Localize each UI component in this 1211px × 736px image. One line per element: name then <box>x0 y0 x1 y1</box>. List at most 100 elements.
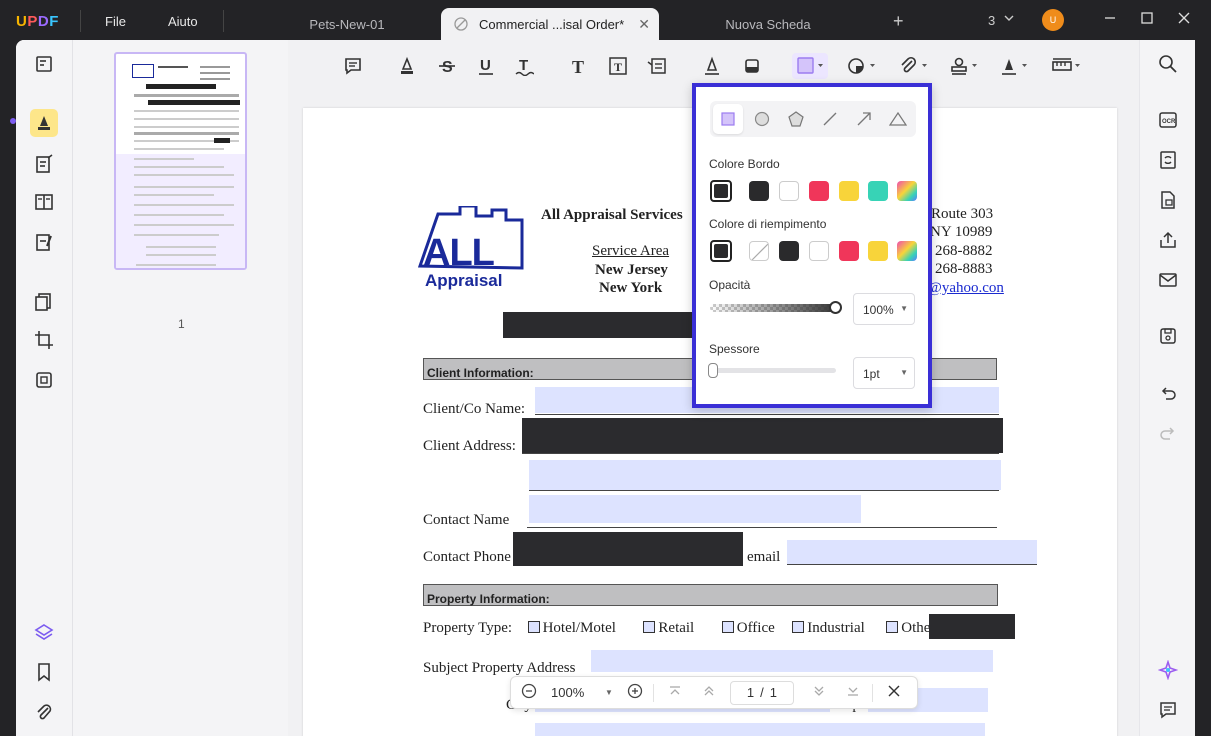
fill-color-black-selected[interactable] <box>710 240 732 262</box>
tab-commercial-order[interactable]: Commercial ...isal Order* ✕ <box>441 8 659 40</box>
border-color-teal[interactable] <box>868 181 888 201</box>
stamp-icon[interactable] <box>948 53 982 79</box>
fill-color-red[interactable] <box>839 241 859 261</box>
fill-color-dark[interactable] <box>779 241 799 261</box>
save-icon[interactable] <box>1156 324 1180 348</box>
opacity-slider[interactable] <box>710 301 842 314</box>
text-box-icon[interactable]: T <box>605 53 631 79</box>
attachment-icon[interactable] <box>30 698 58 726</box>
eraser-icon[interactable] <box>739 53 765 79</box>
edit-pdf-icon[interactable] <box>30 150 58 178</box>
bookmark-icon[interactable] <box>30 658 58 686</box>
measure-icon[interactable] <box>1051 53 1085 79</box>
triangle-shape-icon[interactable] <box>883 104 913 134</box>
thickness-slider[interactable] <box>708 363 836 378</box>
line-shape-icon[interactable] <box>815 104 845 134</box>
layers-icon[interactable] <box>30 618 58 646</box>
border-color-yellow[interactable] <box>839 181 859 201</box>
menu-help[interactable]: Aiuto <box>168 14 198 29</box>
zoom-dropdown-icon[interactable]: ▼ <box>605 688 613 697</box>
other-checkbox[interactable] <box>886 621 899 633</box>
last-page-icon[interactable] <box>846 684 860 701</box>
tab-count[interactable]: 3 <box>988 13 995 28</box>
circle-shape-icon[interactable] <box>747 104 777 134</box>
email-field[interactable] <box>787 540 1037 564</box>
tab-new[interactable]: Nuova Scheda <box>668 8 868 40</box>
arrow-shape-icon[interactable] <box>849 104 879 134</box>
border-color-red[interactable] <box>809 181 829 201</box>
attach-file-icon[interactable] <box>898 53 932 79</box>
contact-name-field[interactable] <box>529 495 861 523</box>
border-color-dark[interactable] <box>749 181 769 201</box>
protect-icon[interactable] <box>1156 188 1180 212</box>
border-color-black-selected[interactable] <box>710 180 732 202</box>
first-page-icon[interactable] <box>668 684 682 701</box>
fill-color-none[interactable] <box>749 241 769 261</box>
shape-tool-button[interactable] <box>792 53 828 79</box>
page-input[interactable]: 1 / 1 <box>729 680 794 705</box>
ai-assistant-icon[interactable] <box>1156 658 1180 682</box>
close-tab-icon[interactable]: ✕ <box>638 16 650 33</box>
additional-field[interactable] <box>535 723 985 736</box>
opacity-select[interactable]: 100% ▼ <box>853 293 915 325</box>
organize-pages-icon[interactable] <box>30 288 58 316</box>
thickness-slider-handle[interactable] <box>708 363 718 378</box>
previous-page-icon[interactable] <box>702 684 716 701</box>
underline-icon[interactable]: U <box>473 53 499 79</box>
zoom-level[interactable]: 100% <box>551 685 593 700</box>
opacity-slider-handle[interactable] <box>829 301 842 314</box>
strikethrough-icon[interactable]: S <box>434 53 460 79</box>
zoom-out-icon[interactable] <box>521 683 537 702</box>
sticker-icon[interactable] <box>846 53 880 79</box>
rectangle-shape-icon[interactable] <box>713 104 743 134</box>
close-window-icon[interactable] <box>1177 11 1191 28</box>
next-page-icon[interactable] <box>812 684 826 701</box>
undo-icon[interactable] <box>1156 382 1180 406</box>
text-callout-icon[interactable] <box>644 53 670 79</box>
page-layout-icon[interactable] <box>30 188 58 216</box>
comments-panel-icon[interactable] <box>1156 698 1180 722</box>
signature-icon[interactable] <box>998 53 1032 79</box>
page-total: 1 <box>769 685 777 700</box>
avatar[interactable]: U <box>1042 9 1064 31</box>
tools-icon[interactable] <box>30 366 58 394</box>
fill-color-custom[interactable] <box>897 241 917 261</box>
hotel-checkbox[interactable] <box>527 621 540 633</box>
ocr-icon[interactable]: OCR <box>1156 108 1180 132</box>
fill-color-yellow[interactable] <box>868 241 888 261</box>
reader-mode-icon[interactable] <box>30 50 58 78</box>
retail-checkbox[interactable] <box>643 621 656 633</box>
border-color-custom[interactable] <box>897 181 917 201</box>
email-icon[interactable] <box>1156 268 1180 292</box>
email-link[interactable]: @yahoo.con <box>928 280 1004 297</box>
text-icon[interactable]: T <box>566 53 592 79</box>
fill-sign-icon[interactable] <box>30 228 58 256</box>
redo-icon[interactable] <box>1156 422 1180 446</box>
convert-icon[interactable] <box>1156 148 1180 172</box>
menu-file[interactable]: File <box>105 14 126 29</box>
fill-color-white[interactable] <box>809 241 829 261</box>
chevron-down-icon[interactable] <box>1003 12 1015 27</box>
polygon-shape-icon[interactable] <box>781 104 811 134</box>
close-nav-icon[interactable] <box>887 684 901 701</box>
share-icon[interactable] <box>1156 228 1180 252</box>
border-color-white[interactable] <box>779 181 799 201</box>
office-checkbox[interactable] <box>721 621 734 633</box>
highlighter-icon[interactable] <box>394 53 420 79</box>
subject-address-field[interactable] <box>591 650 993 672</box>
zoom-in-icon[interactable] <box>627 683 643 702</box>
client-address-line2-field[interactable] <box>529 460 1001 490</box>
squiggly-icon[interactable]: T <box>511 53 537 79</box>
comment-mode-icon[interactable] <box>30 109 58 137</box>
maximize-icon[interactable] <box>1140 11 1154 28</box>
crop-icon[interactable] <box>30 326 58 354</box>
search-icon[interactable] <box>1156 52 1180 76</box>
page-thumbnail[interactable] <box>114 52 247 270</box>
thickness-select[interactable]: 1pt ▼ <box>853 357 915 389</box>
add-tab-icon[interactable]: + <box>893 11 904 32</box>
tab-pets-new[interactable]: Pets-New-01 <box>262 8 432 40</box>
minimize-icon[interactable] <box>1103 11 1117 28</box>
industrial-checkbox[interactable] <box>792 621 805 633</box>
pencil-icon[interactable] <box>699 53 725 79</box>
comment-icon[interactable] <box>340 53 366 79</box>
